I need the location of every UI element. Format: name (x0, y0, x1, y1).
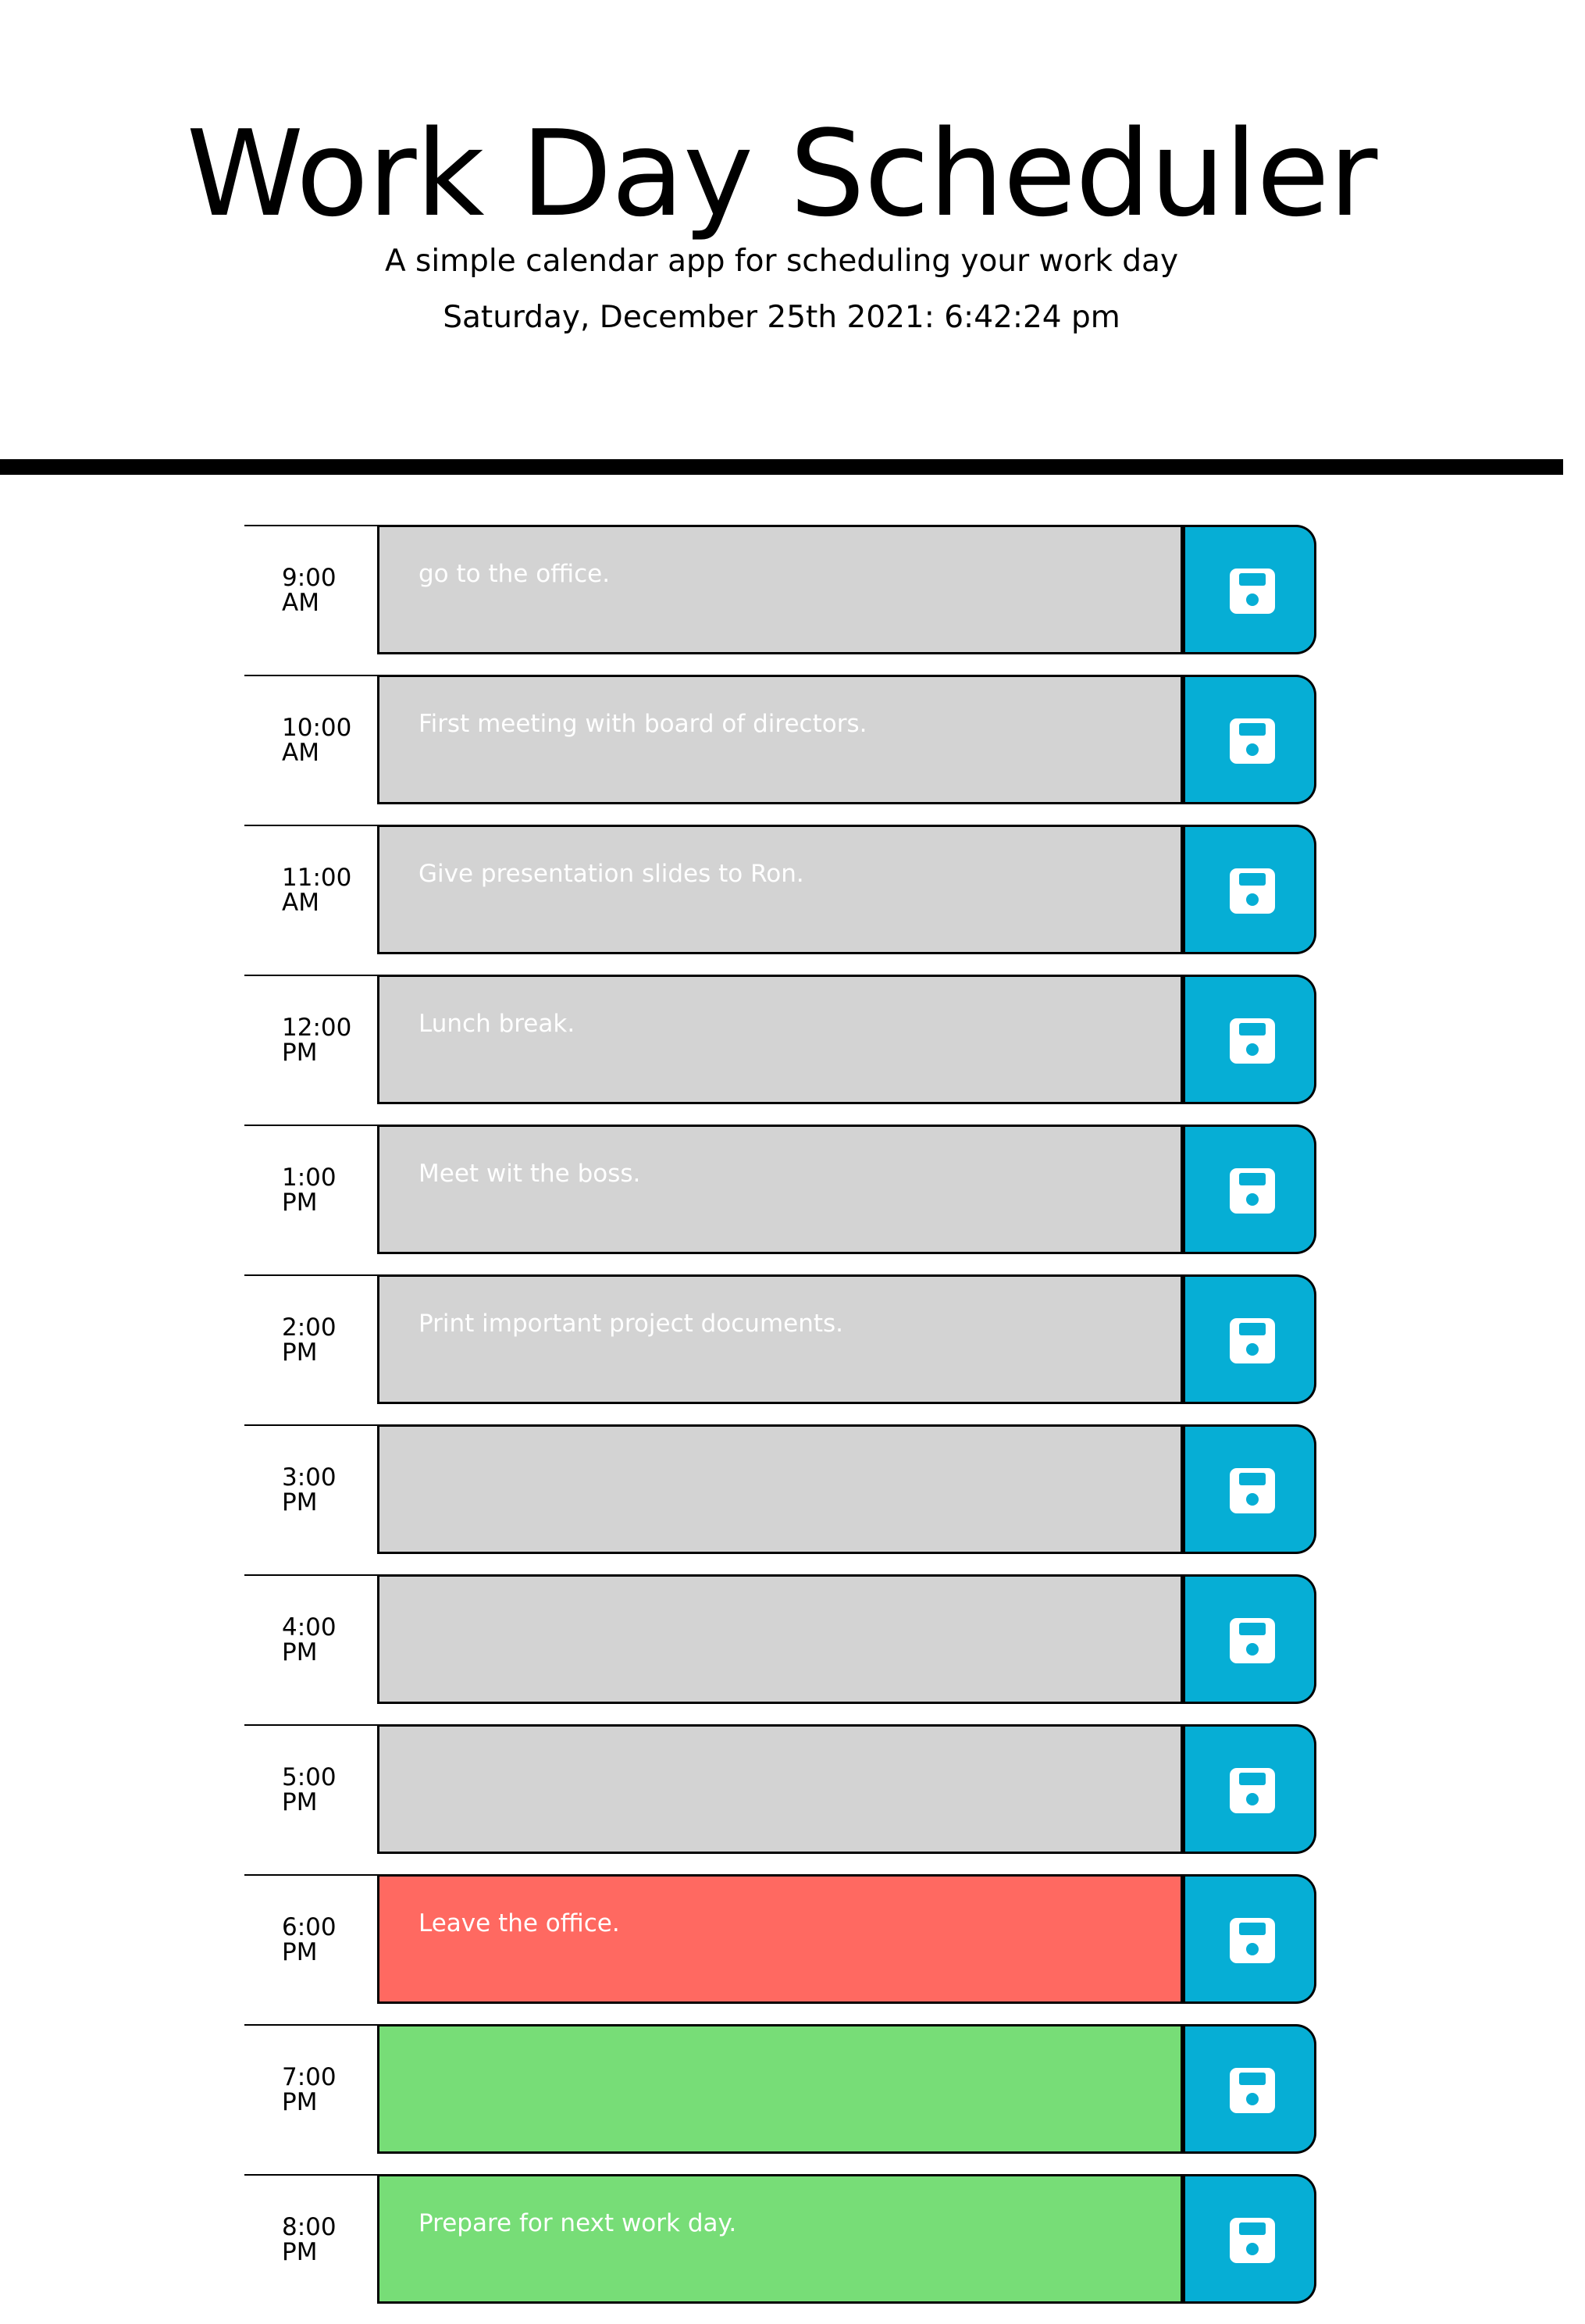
time-block: 12:00 PM Lunch break. (244, 975, 1317, 1125)
save-button[interactable] (1182, 1424, 1316, 1554)
event-description-input[interactable]: Lunch break. (377, 975, 1183, 1104)
save-button[interactable] (1182, 1274, 1316, 1404)
hour-label: 11:00 AM (282, 864, 352, 917)
hour-label: 1:00 PM (282, 1164, 337, 1217)
floppy-disk-icon (1230, 1918, 1275, 1963)
page-title: Work Day Scheduler (186, 105, 1378, 243)
time-block: 7:00 PM (244, 2024, 1317, 2174)
time-block: 10:00 AM First meeting with board of dir… (244, 675, 1317, 825)
hour-label: 2:00 PM (282, 1313, 337, 1367)
hour-cell: 5:00 PM (244, 1724, 377, 1854)
save-button[interactable] (1182, 825, 1316, 954)
event-description-input[interactable]: Prepare for next work day. (377, 2174, 1183, 2304)
hour-cell: 10:00 AM (244, 675, 377, 804)
save-button[interactable] (1182, 2174, 1316, 2304)
time-block: 3:00 PM (244, 1424, 1317, 1574)
event-description-input[interactable]: Leave the office. (377, 1874, 1183, 2004)
hour-cell: 11:00 AM (244, 825, 377, 954)
save-button[interactable] (1182, 1125, 1316, 1254)
hour-cell: 4:00 PM (244, 1574, 377, 1704)
floppy-disk-icon (1230, 1618, 1275, 1663)
header: Work Day Scheduler A simple calendar app… (0, 0, 1563, 475)
event-description-input[interactable]: go to the office. (377, 525, 1183, 654)
time-block: 8:00 PM Prepare for next work day. (244, 2174, 1317, 2324)
save-button[interactable] (1182, 2024, 1316, 2154)
floppy-disk-icon (1230, 1018, 1275, 1064)
hour-cell: 3:00 PM (244, 1424, 377, 1554)
floppy-disk-icon (1230, 1768, 1275, 1813)
hour-label: 10:00 AM (282, 714, 352, 767)
time-block: 11:00 AM Give presentation slides to Ron… (244, 825, 1317, 975)
hour-label: 3:00 PM (282, 1463, 337, 1517)
schedule-container: 9:00 AM go to the office. 10:00 AM First… (244, 525, 1317, 2324)
hour-label: 7:00 PM (282, 2063, 337, 2116)
event-description-input[interactable] (377, 1574, 1183, 1704)
floppy-disk-icon (1230, 1168, 1275, 1214)
event-description-input[interactable]: Give presentation slides to Ron. (377, 825, 1183, 954)
save-button[interactable] (1182, 1574, 1316, 1704)
save-button[interactable] (1182, 525, 1316, 654)
hour-cell: 6:00 PM (244, 1874, 377, 2004)
event-description-input[interactable] (377, 1724, 1183, 1854)
hour-label: 5:00 PM (282, 1763, 337, 1816)
time-block: 6:00 PM Leave the office. (244, 1874, 1317, 2024)
event-description-input[interactable]: Meet wit the boss. (377, 1125, 1183, 1254)
save-button[interactable] (1182, 675, 1316, 804)
hour-label: 8:00 PM (282, 2213, 337, 2266)
floppy-disk-icon (1230, 2218, 1275, 2263)
tagline: A simple calendar app for scheduling you… (384, 244, 1179, 279)
floppy-disk-icon (1230, 1468, 1275, 1513)
save-button[interactable] (1182, 1874, 1316, 2004)
hour-cell: 1:00 PM (244, 1125, 377, 1254)
floppy-disk-icon (1230, 2068, 1275, 2113)
hour-cell: 9:00 AM (244, 525, 377, 654)
event-description-input[interactable] (377, 1424, 1183, 1554)
time-block: 4:00 PM (244, 1574, 1317, 1724)
floppy-disk-icon (1230, 718, 1275, 764)
current-day: Saturday, December 25th 2021: 6:42:24 pm (443, 300, 1120, 335)
time-block: 1:00 PM Meet wit the boss. (244, 1125, 1317, 1274)
hour-label: 4:00 PM (282, 1613, 337, 1666)
event-description-input[interactable] (377, 2024, 1183, 2154)
hour-cell: 12:00 PM (244, 975, 377, 1104)
hour-label: 9:00 AM (282, 564, 337, 617)
hour-label: 12:00 PM (282, 1014, 352, 1067)
save-button[interactable] (1182, 975, 1316, 1104)
hour-cell: 2:00 PM (244, 1274, 377, 1404)
event-description-input[interactable]: First meeting with board of directors. (377, 675, 1183, 804)
floppy-disk-icon (1230, 868, 1275, 914)
time-block: 5:00 PM (244, 1724, 1317, 1874)
hour-cell: 8:00 PM (244, 2174, 377, 2304)
time-block: 2:00 PM Print important project document… (244, 1274, 1317, 1424)
floppy-disk-icon (1230, 569, 1275, 614)
hour-cell: 7:00 PM (244, 2024, 377, 2154)
event-description-input[interactable]: Print important project documents. (377, 1274, 1183, 1404)
hour-label: 6:00 PM (282, 1913, 337, 1966)
floppy-disk-icon (1230, 1318, 1275, 1363)
time-block: 9:00 AM go to the office. (244, 525, 1317, 675)
save-button[interactable] (1182, 1724, 1316, 1854)
